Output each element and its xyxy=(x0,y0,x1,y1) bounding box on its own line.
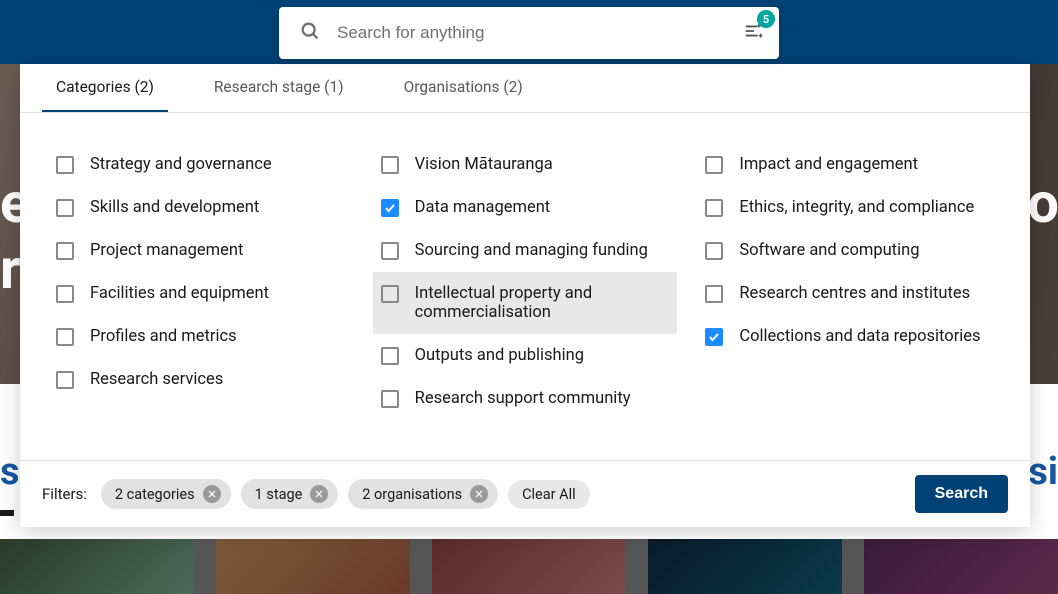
filter-chip-label: 2 categories xyxy=(115,486,195,503)
checkbox-empty-icon xyxy=(381,156,399,174)
bg-card xyxy=(864,539,1058,594)
category-option[interactable]: Collections and data repositories xyxy=(697,315,1002,358)
category-label: Research support community xyxy=(415,389,631,408)
checkbox-checked-icon xyxy=(705,328,723,346)
remove-chip-icon[interactable] xyxy=(203,485,221,503)
category-label: Research centres and institutes xyxy=(739,284,970,303)
checkbox-empty-icon xyxy=(56,242,74,260)
filters-label: Filters: xyxy=(42,485,87,503)
category-option[interactable]: Strategy and governance xyxy=(48,143,353,186)
clear-all-button[interactable]: Clear All xyxy=(508,480,590,509)
category-option[interactable]: Skills and development xyxy=(48,186,353,229)
category-option[interactable]: Intellectual property and commercialisat… xyxy=(373,272,678,334)
category-label: Vision Mātauranga xyxy=(415,155,553,174)
category-label: Facilities and equipment xyxy=(90,284,269,303)
category-option[interactable]: Facilities and equipment xyxy=(48,272,353,315)
search-button[interactable]: Search xyxy=(915,475,1008,513)
filter-panel: Categories (2) Research stage (1) Organisa… xyxy=(20,64,1030,527)
category-option[interactable]: Profiles and metrics xyxy=(48,315,353,358)
checkbox-checked-icon xyxy=(381,199,399,217)
category-option[interactable]: Research centres and institutes xyxy=(697,272,1002,315)
category-option[interactable]: Outputs and publishing xyxy=(373,334,678,377)
checkbox-empty-icon xyxy=(56,328,74,346)
search-bar: 5 xyxy=(279,7,779,59)
category-option[interactable]: Sourcing and managing funding xyxy=(373,229,678,272)
checkbox-empty-icon xyxy=(705,242,723,260)
bg-accent-line xyxy=(0,510,14,516)
checkbox-empty-icon xyxy=(56,199,74,217)
category-option[interactable]: Software and computing xyxy=(697,229,1002,272)
categories-grid: Strategy and governance Skills and develo… xyxy=(20,113,1030,460)
filter-chip: 2 categories xyxy=(101,479,231,509)
filter-chip-label: 2 organisations xyxy=(362,486,462,503)
category-label: Project management xyxy=(90,241,243,260)
remove-chip-icon[interactable] xyxy=(310,485,328,503)
bg-card xyxy=(216,539,410,594)
category-label: Profiles and metrics xyxy=(90,327,237,346)
category-label: Outputs and publishing xyxy=(415,346,584,365)
tab-1[interactable]: Research stage (1) xyxy=(200,64,358,112)
checkbox-empty-icon xyxy=(381,347,399,365)
bg-card xyxy=(432,539,626,594)
checkbox-empty-icon xyxy=(705,199,723,217)
checkbox-empty-icon xyxy=(381,390,399,408)
category-label: Skills and development xyxy=(90,198,259,217)
checkbox-empty-icon xyxy=(381,242,399,260)
bg-card xyxy=(0,539,194,594)
category-label: Data management xyxy=(415,198,551,217)
filter-chip-label: 1 stage xyxy=(255,486,303,503)
category-label: Research services xyxy=(90,370,223,389)
category-label: Software and computing xyxy=(739,241,919,260)
checkbox-empty-icon xyxy=(705,156,723,174)
category-option[interactable]: Research support community xyxy=(373,377,678,420)
checkbox-empty-icon xyxy=(705,285,723,303)
tab-2[interactable]: Organisations (2) xyxy=(390,64,537,112)
category-option[interactable]: Ethics, integrity, and compliance xyxy=(697,186,1002,229)
category-label: Collections and data repositories xyxy=(739,327,980,346)
search-input[interactable] xyxy=(337,23,743,43)
filter-chip: 1 stage xyxy=(241,479,339,509)
checkbox-empty-icon xyxy=(56,371,74,389)
category-label: Impact and engagement xyxy=(739,155,918,174)
checkbox-empty-icon xyxy=(381,285,399,303)
category-label: Sourcing and managing funding xyxy=(415,241,648,260)
filter-count-badge: 5 xyxy=(757,10,775,28)
filter-tabs: Categories (2) Research stage (1) Organisa… xyxy=(20,64,1030,113)
category-label: Intellectual property and commercialisat… xyxy=(415,284,670,322)
category-option[interactable]: Vision Mātauranga xyxy=(373,143,678,186)
category-option[interactable]: Project management xyxy=(48,229,353,272)
category-label: Strategy and governance xyxy=(90,155,272,174)
category-option[interactable]: Data management xyxy=(373,186,678,229)
search-icon xyxy=(299,20,321,46)
filter-footer: Filters: 2 categories 1 stage 2 organisati… xyxy=(20,460,1030,527)
category-option[interactable]: Impact and engagement xyxy=(697,143,1002,186)
category-label: Ethics, integrity, and compliance xyxy=(739,198,974,217)
bg-image-strip xyxy=(0,539,1058,594)
checkbox-empty-icon xyxy=(56,285,74,303)
category-option[interactable]: Research services xyxy=(48,358,353,401)
checkbox-empty-icon xyxy=(56,156,74,174)
tab-0[interactable]: Categories (2) xyxy=(42,64,168,112)
filter-chip: 2 organisations xyxy=(348,479,498,509)
bg-card xyxy=(648,539,842,594)
remove-chip-icon[interactable] xyxy=(470,485,488,503)
filter-toggle-button[interactable]: 5 xyxy=(743,20,765,46)
